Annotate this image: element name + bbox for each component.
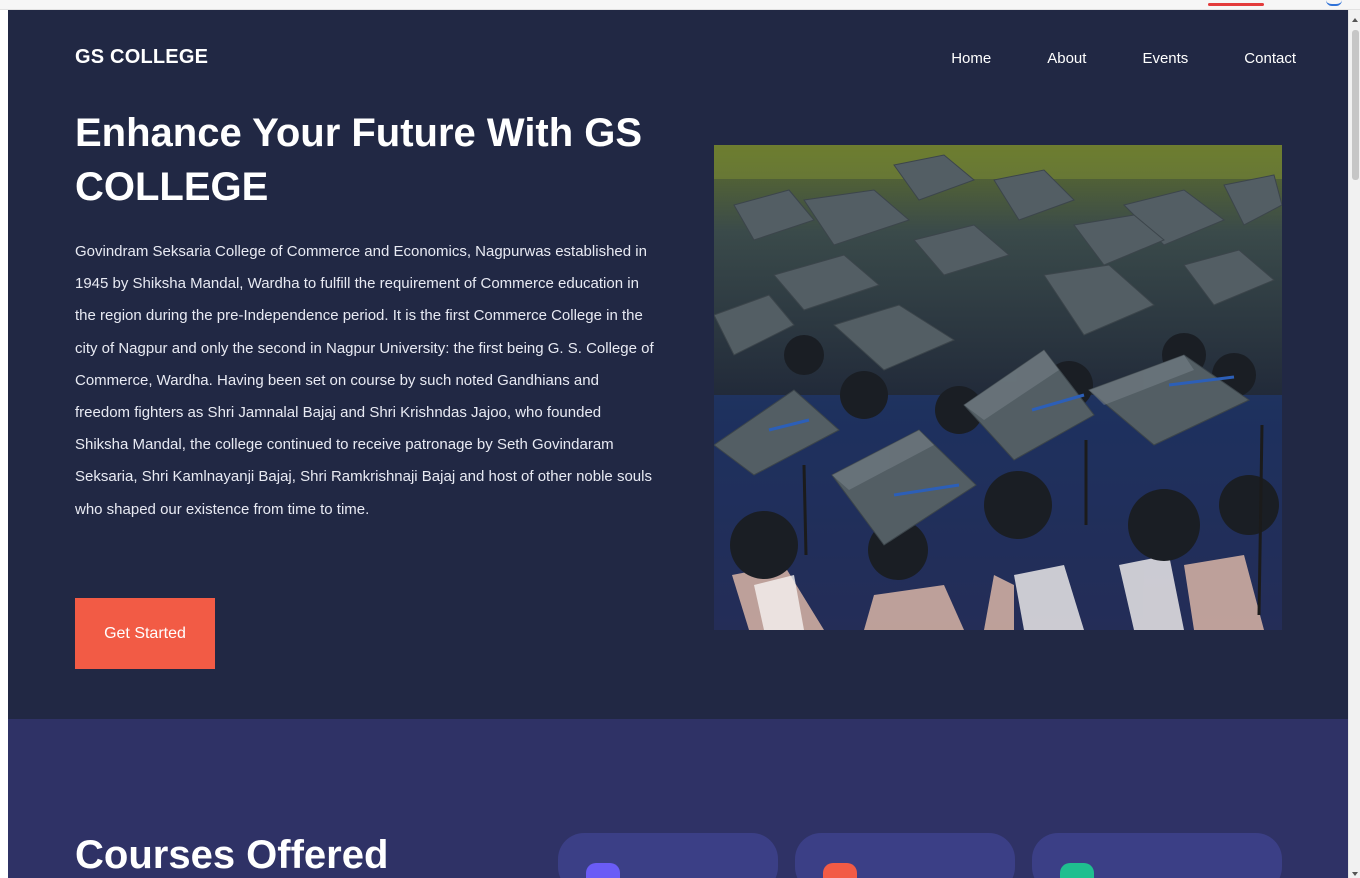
- courses-title: Courses Offered: [75, 833, 389, 877]
- get-started-button[interactable]: Get Started: [75, 598, 215, 669]
- browser-red-indicator: [1208, 3, 1264, 6]
- hero-section: GS COLLEGE Home About Events Contact Enh…: [8, 10, 1348, 719]
- scroll-up-arrow-icon[interactable]: [1352, 18, 1358, 22]
- main-nav: Home About Events Contact: [951, 50, 1296, 67]
- nav-events-link[interactable]: Events: [1142, 50, 1188, 67]
- browser-blue-indicator: [1326, 0, 1342, 6]
- course-card-2[interactable]: [795, 833, 1015, 878]
- scrollbar-thumb[interactable]: [1352, 30, 1359, 180]
- scroll-down-arrow-icon[interactable]: [1352, 872, 1358, 876]
- course-badge-icon: [586, 863, 620, 878]
- course-badge-icon: [1060, 863, 1094, 878]
- brand-logo-text[interactable]: GS COLLEGE: [75, 46, 208, 69]
- browser-top-strip: [0, 0, 1360, 10]
- course-card-1[interactable]: [558, 833, 778, 878]
- nav-about-link[interactable]: About: [1047, 50, 1086, 67]
- nav-home-link[interactable]: Home: [951, 50, 991, 67]
- course-badge-icon: [823, 863, 857, 878]
- hero-paragraph: Govindram Seksaria College of Commerce a…: [75, 243, 654, 518]
- courses-section: Courses Offered: [8, 719, 1348, 878]
- graduates-photo: [714, 145, 1282, 630]
- page-viewport: GS COLLEGE Home About Events Contact Enh…: [8, 10, 1348, 878]
- hero-title: Enhance Your Future With GS COLLEGE: [75, 111, 643, 209]
- course-card-3[interactable]: [1032, 833, 1282, 878]
- page-scrollbar[interactable]: [1348, 10, 1360, 878]
- nav-contact-link[interactable]: Contact: [1244, 50, 1296, 67]
